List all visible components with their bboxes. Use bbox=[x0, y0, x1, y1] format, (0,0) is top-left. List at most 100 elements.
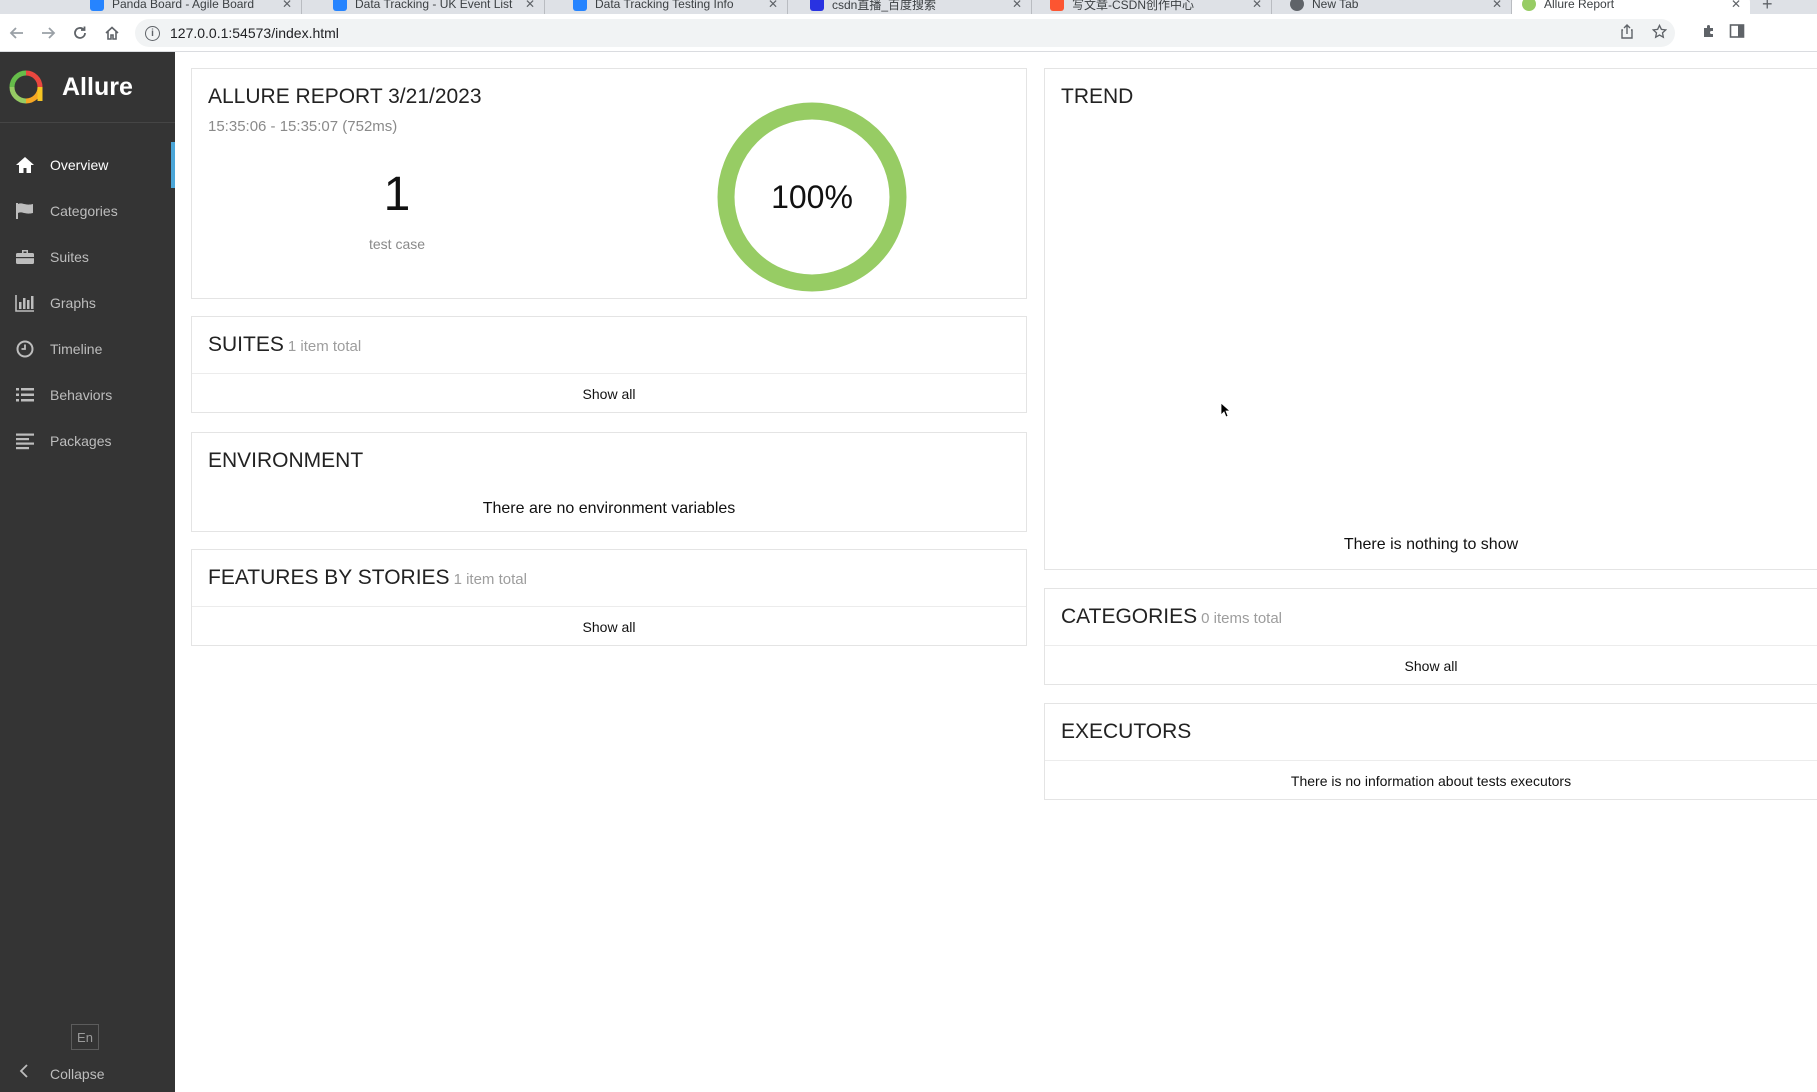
sidebar-item-label: Graphs bbox=[50, 295, 96, 311]
arrow-right-icon bbox=[42, 27, 56, 39]
categories-show-all-link[interactable]: Show all bbox=[1045, 658, 1817, 674]
divider bbox=[192, 373, 1026, 374]
collapse-button[interactable]: Collapse bbox=[14, 1064, 104, 1083]
home-icon bbox=[105, 26, 119, 40]
chevron-left-icon bbox=[14, 1064, 34, 1083]
browser-tab-csdn-editor[interactable]: 写文章-CSDN创作中心 ✕ bbox=[1040, 0, 1272, 14]
new-tab-button[interactable]: + bbox=[1762, 0, 1773, 14]
browser-toolbar: i 127.0.0.1:54573/index.html bbox=[0, 14, 1817, 52]
bar-chart-icon bbox=[13, 293, 37, 313]
globe-favicon-icon bbox=[1290, 0, 1304, 11]
tab-close-icon[interactable]: ✕ bbox=[1249, 0, 1265, 11]
home-button[interactable] bbox=[99, 20, 125, 46]
features-title: FEATURES BY STORIES 1 item total bbox=[208, 566, 527, 590]
sidebar-item-label: Overview bbox=[50, 157, 109, 173]
confluence-favicon-icon bbox=[573, 0, 587, 11]
tab-close-icon[interactable]: ✕ bbox=[1489, 0, 1505, 11]
test-case-label: test case bbox=[368, 236, 426, 252]
mouse-cursor-icon bbox=[1220, 402, 1230, 418]
sidebar-item-label: Timeline bbox=[50, 341, 103, 357]
sidebar-item-label: Behaviors bbox=[50, 387, 113, 403]
arrow-left-icon bbox=[9, 27, 23, 39]
sidebar-item-suites[interactable]: Suites bbox=[0, 234, 175, 280]
suites-title-text: SUITES bbox=[208, 333, 284, 356]
allure-logo-icon bbox=[9, 70, 43, 104]
environment-widget: ENVIRONMENT There are no environment var… bbox=[191, 432, 1027, 532]
summary-widget: ALLURE REPORT 3/21/2023 15:35:06 - 15:35… bbox=[191, 68, 1027, 299]
categories-title: CATEGORIES 0 items total bbox=[1061, 605, 1282, 629]
home-icon bbox=[13, 155, 37, 175]
suites-widget: SUITES 1 item total Show all bbox=[191, 316, 1027, 413]
sidebar-menu: Overview Categories Suites Graphs Timeli… bbox=[0, 142, 175, 464]
brand[interactable]: Allure bbox=[0, 52, 175, 123]
tab-close-icon[interactable]: ✕ bbox=[765, 0, 781, 11]
divider bbox=[1045, 645, 1817, 646]
sidebar-item-label: Packages bbox=[50, 433, 112, 449]
sidebar-item-graphs[interactable]: Graphs bbox=[0, 280, 175, 326]
categories-count: 0 items total bbox=[1201, 610, 1283, 627]
language-selector[interactable]: En bbox=[71, 1024, 99, 1050]
features-widget: FEATURES BY STORIES 1 item total Show all bbox=[191, 549, 1027, 646]
sidebar-item-behaviors[interactable]: Behaviors bbox=[0, 372, 175, 418]
share-icon[interactable] bbox=[1611, 23, 1643, 43]
back-button[interactable] bbox=[4, 20, 30, 46]
reload-icon bbox=[74, 26, 86, 39]
extensions-puzzle-icon[interactable] bbox=[1701, 23, 1717, 44]
features-title-text: FEATURES BY STORIES bbox=[208, 566, 450, 589]
sidebar-item-packages[interactable]: Packages bbox=[0, 418, 175, 464]
url-text[interactable]: 127.0.0.1:54573/index.html bbox=[170, 25, 1611, 41]
confluence-favicon-icon bbox=[333, 0, 347, 11]
browser-tab-allure-report[interactable]: Allure Report ✕ bbox=[1512, 0, 1750, 14]
jira-favicon-icon bbox=[90, 0, 104, 11]
baidu-favicon-icon bbox=[810, 0, 824, 11]
divider bbox=[192, 606, 1026, 607]
tab-close-icon[interactable]: ✕ bbox=[522, 0, 538, 11]
browser-tab-strip: Panda Board - Agile Board ✕ Data Trackin… bbox=[0, 0, 1817, 14]
trend-empty-message: There is nothing to show bbox=[1343, 536, 1519, 553]
briefcase-icon bbox=[13, 247, 37, 267]
trend-widget: TREND There is nothing to show bbox=[1044, 68, 1817, 570]
brand-name: Allure bbox=[62, 72, 133, 101]
report-time-range: 15:35:06 - 15:35:07 (752ms) bbox=[208, 118, 398, 135]
test-case-count: 1 bbox=[383, 168, 411, 221]
browser-tab-data-tracking-testing[interactable]: Data Tracking Testing Info ✕ bbox=[563, 0, 788, 14]
executors-empty-message: There is no information about tests exec… bbox=[1290, 773, 1572, 789]
csdn-favicon-icon bbox=[1050, 0, 1064, 11]
list-icon bbox=[13, 385, 37, 405]
sidebar-item-label: Suites bbox=[50, 249, 89, 265]
address-bar[interactable]: i 127.0.0.1:54573/index.html bbox=[135, 19, 1675, 47]
trend-title: TREND bbox=[1061, 85, 1134, 108]
browser-tab-new-tab[interactable]: New Tab ✕ bbox=[1280, 0, 1512, 14]
align-left-icon bbox=[13, 431, 37, 451]
browser-tab-panda-board[interactable]: Panda Board - Agile Board ✕ bbox=[80, 0, 302, 14]
tab-close-icon[interactable]: ✕ bbox=[1728, 0, 1744, 11]
categories-title-text: CATEGORIES bbox=[1061, 605, 1198, 628]
executors-title: EXECUTORS bbox=[1061, 720, 1192, 743]
side-panel-icon[interactable] bbox=[1729, 23, 1745, 44]
sidebar-item-timeline[interactable]: Timeline bbox=[0, 326, 175, 372]
report-title: ALLURE REPORT 3/21/2023 bbox=[208, 85, 482, 108]
categories-widget: CATEGORIES 0 items total Show all bbox=[1044, 588, 1817, 685]
environment-empty-message: There are no environment variables bbox=[482, 500, 736, 517]
site-info-icon[interactable]: i bbox=[145, 25, 160, 41]
tab-close-icon[interactable]: ✕ bbox=[1009, 0, 1025, 11]
forward-button[interactable] bbox=[35, 20, 61, 46]
divider bbox=[1045, 760, 1817, 761]
features-show-all-link[interactable]: Show all bbox=[192, 619, 1026, 635]
sidebar-item-label: Categories bbox=[50, 203, 118, 219]
sidebar-item-overview[interactable]: Overview bbox=[0, 142, 175, 188]
suites-title: SUITES 1 item total bbox=[208, 333, 361, 357]
pass-percent-label: 100% bbox=[771, 179, 853, 215]
clock-icon bbox=[13, 339, 37, 359]
browser-tab-data-tracking-events[interactable]: Data Tracking - UK Event List ✕ bbox=[323, 0, 545, 14]
suites-show-all-link[interactable]: Show all bbox=[192, 386, 1026, 402]
tab-close-icon[interactable]: ✕ bbox=[279, 0, 295, 11]
sidebar-item-categories[interactable]: Categories bbox=[0, 188, 175, 234]
reload-button[interactable] bbox=[67, 20, 93, 46]
bookmark-star-icon[interactable] bbox=[1643, 23, 1675, 43]
environment-title: ENVIRONMENT bbox=[208, 449, 364, 472]
browser-tab-baidu-search[interactable]: csdn直播_百度搜索 ✕ bbox=[800, 0, 1032, 14]
executors-widget: EXECUTORS There is no information about … bbox=[1044, 703, 1817, 800]
pass-rate-donut[interactable]: 100% bbox=[712, 97, 912, 297]
flag-icon bbox=[13, 201, 37, 221]
